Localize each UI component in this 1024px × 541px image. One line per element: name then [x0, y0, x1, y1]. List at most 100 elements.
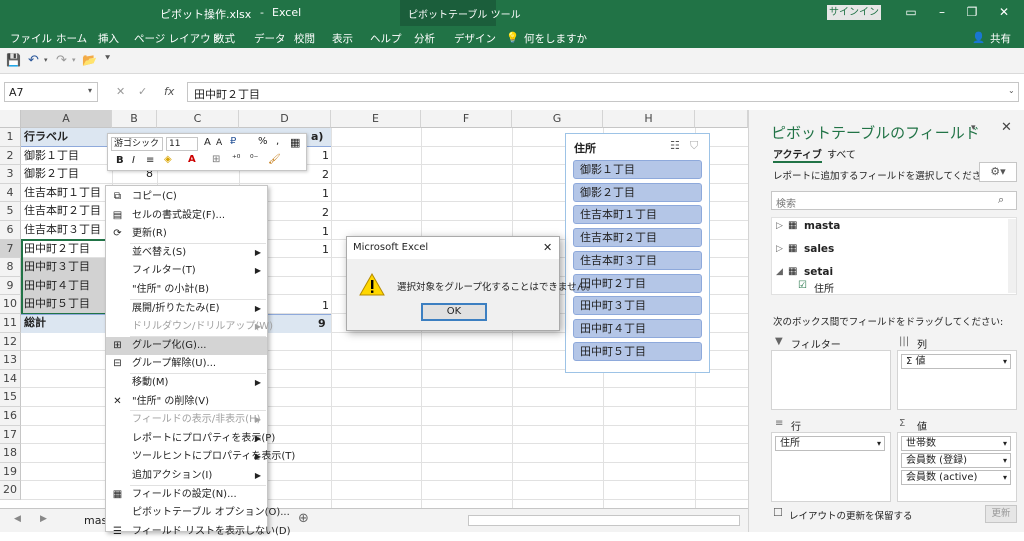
fill-color-icon[interactable]: ◈: [164, 154, 172, 165]
menu-item-1[interactable]: ⧉ コピー(C): [106, 188, 267, 207]
increase-decimal-icon[interactable]: ⁺⁰: [232, 154, 240, 164]
cell-a1[interactable]: 行ラベル: [24, 128, 68, 146]
columns-field-values[interactable]: Σ 値 ▾: [901, 354, 1011, 369]
col-header-a[interactable]: A: [21, 110, 112, 128]
pane-options-icon[interactable]: ▾: [971, 123, 976, 133]
expand-icon[interactable]: ▷: [776, 221, 783, 231]
menu-item-18[interactable]: ピボットテーブル オプション(O)...: [106, 504, 290, 523]
decrease-decimal-icon[interactable]: ⁰⁻: [250, 154, 258, 164]
minimize-icon[interactable]: –: [934, 5, 950, 19]
menu-item-10[interactable]: ⊟ グループ解除(U)...: [106, 355, 267, 374]
row-header-1[interactable]: 1: [0, 128, 21, 147]
filter-drop-area[interactable]: [771, 350, 891, 410]
slicer[interactable]: 住所 ☷ ⛉ 御影１丁目 御影２丁目 住吉本町１丁目 住吉本町２丁目 住吉本町３丁目 田中…: [565, 133, 710, 373]
italic-button[interactable]: I: [132, 155, 135, 166]
ok-button[interactable]: OK: [421, 303, 487, 321]
values-field[interactable]: 世帯数 ▾: [901, 436, 1011, 451]
cell-d11[interactable]: 9: [318, 315, 326, 333]
menu-item-7[interactable]: 展開/折りたたみ(E) ▶: [106, 300, 267, 319]
tab-insert[interactable]: 挿入: [98, 31, 119, 46]
font-color-icon[interactable]: A: [188, 154, 196, 165]
expand-formula-icon[interactable]: ⌄: [1008, 86, 1015, 95]
bold-button[interactable]: B: [116, 155, 124, 166]
expand-icon[interactable]: ▷: [776, 244, 783, 254]
row-header-10[interactable]: 10: [0, 295, 21, 314]
col-header-i[interactable]: [695, 110, 748, 128]
field-table-sales[interactable]: sales: [804, 243, 834, 255]
sheet-scroll-left-icon[interactable]: ◀: [14, 514, 21, 524]
cell-d2[interactable]: 1: [322, 147, 329, 165]
cell-d7[interactable]: 1: [322, 241, 329, 259]
row-header-9[interactable]: 9: [0, 276, 21, 296]
menu-item-4[interactable]: 並べ替え(S) ▶: [106, 244, 267, 263]
cell-d1[interactable]: a): [311, 128, 323, 146]
decrease-font-icon[interactable]: A: [216, 138, 222, 148]
col-header-c[interactable]: C: [157, 110, 239, 128]
tab-active-fields[interactable]: アクティブ: [773, 146, 822, 163]
select-all-corner[interactable]: [0, 110, 21, 128]
number-format-icon[interactable]: ₽: [230, 136, 236, 147]
cell-a8[interactable]: 田中町３丁目: [24, 258, 90, 276]
tab-file[interactable]: ファイル: [10, 31, 52, 46]
row-header-7[interactable]: 7: [0, 239, 21, 259]
menu-item-14[interactable]: レポートにプロパティを表示(P) ▶: [106, 430, 275, 449]
share-button[interactable]: 共有: [990, 31, 1011, 46]
namebox-dropdown-icon[interactable]: ▾: [88, 86, 92, 95]
cell-a4[interactable]: 住吉本町１丁目: [24, 184, 101, 202]
row-header-4[interactable]: 4: [0, 183, 21, 203]
cell-a7[interactable]: 田中町２丁目: [24, 240, 90, 258]
rows-drop-area[interactable]: 住所 ▾: [771, 432, 891, 502]
rows-field[interactable]: 住所 ▾: [775, 436, 885, 451]
increase-font-icon[interactable]: A: [204, 137, 211, 148]
col-header-g[interactable]: G: [512, 110, 603, 128]
format-painter-icon[interactable]: 🖌: [268, 154, 281, 165]
tab-all-fields[interactable]: すべて: [827, 146, 856, 161]
font-name-box[interactable]: 游ゴシック: [111, 137, 163, 151]
open-folder-icon[interactable]: 📂: [82, 53, 97, 67]
confirm-entry-icon[interactable]: ✓: [138, 85, 147, 98]
tab-design[interactable]: デザイン: [454, 31, 496, 46]
cell-a2[interactable]: 御影１丁目: [24, 147, 79, 165]
field-jusho[interactable]: 住所: [814, 280, 834, 295]
menu-item-17[interactable]: ▦ フィールドの設定(N)...: [106, 486, 267, 505]
tab-help[interactable]: ヘルプ: [370, 31, 402, 46]
row-header-3[interactable]: 3: [0, 165, 21, 184]
row-header-12[interactable]: 12: [0, 332, 21, 352]
redo-icon[interactable]: ↷: [56, 53, 67, 68]
row-header-5[interactable]: 5: [0, 202, 21, 221]
tab-data[interactable]: データ: [254, 31, 286, 46]
field-table-setai[interactable]: setai: [804, 266, 833, 278]
tab-analyze[interactable]: 分析: [414, 31, 435, 46]
clear-filter-icon[interactable]: ⛉: [690, 139, 698, 153]
slicer-item[interactable]: 住吉本町１丁目: [573, 205, 702, 225]
pane-close-icon[interactable]: ✕: [1001, 120, 1012, 135]
undo-dropdown-icon[interactable]: ▾: [44, 56, 48, 64]
menu-item-3[interactable]: ⟳ 更新(R): [106, 225, 267, 244]
slicer-item[interactable]: 御影１丁目: [573, 160, 702, 179]
col-header-d[interactable]: D: [239, 110, 331, 128]
formula-input[interactable]: 田中町２丁目: [187, 82, 1019, 102]
cell-d6[interactable]: 1: [322, 223, 329, 241]
format-table-icon[interactable]: ▦: [290, 136, 300, 149]
tab-home[interactable]: ホーム: [56, 31, 87, 46]
save-icon[interactable]: 💾: [6, 53, 21, 67]
menu-item-12[interactable]: ✕ "住所" の削除(V): [106, 393, 267, 412]
col-header-b[interactable]: B: [112, 110, 157, 128]
row-header-11[interactable]: 11: [0, 314, 21, 333]
row-header-13[interactable]: 13: [0, 351, 21, 370]
cell-d4[interactable]: 1: [322, 185, 329, 203]
menu-item-15[interactable]: ツールヒントにプロパティを表示(T) ▶: [106, 448, 295, 467]
close-window-icon[interactable]: ✕: [996, 5, 1012, 19]
values-field[interactable]: 会員数 (active) ▾: [901, 470, 1011, 485]
undo-icon[interactable]: ↶: [28, 53, 39, 68]
row-header-6[interactable]: 6: [0, 221, 21, 240]
sheet-scroll-right-icon[interactable]: ▶: [40, 514, 47, 524]
row-header-20[interactable]: 20: [0, 481, 21, 500]
row-header-16[interactable]: 16: [0, 407, 21, 426]
collapse-icon[interactable]: ◢: [776, 267, 783, 277]
dialog-close-icon[interactable]: ✕: [543, 241, 552, 254]
cancel-entry-icon[interactable]: ✕: [116, 85, 125, 98]
redo-dropdown-icon[interactable]: ▾: [72, 56, 76, 64]
col-header-h[interactable]: H: [603, 110, 695, 128]
align-center-icon[interactable]: ≡: [146, 155, 154, 166]
